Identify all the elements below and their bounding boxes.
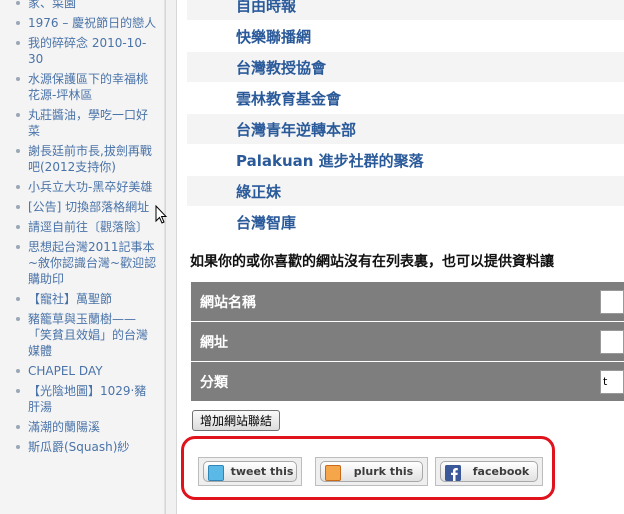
site-name-label: 網站名稱 <box>191 282 594 322</box>
post-link[interactable]: 【光陰地圖】1029‧豬肝湯 <box>28 384 146 414</box>
facebook-label: facebook <box>472 465 530 478</box>
list-item[interactable]: 斯瓜爵(Squash)紗 <box>8 439 158 455</box>
bullet-icon <box>16 21 20 25</box>
twitter-icon <box>208 465 224 481</box>
site-url-label: 網址 <box>191 321 594 362</box>
add-link-button[interactable]: 增加網站聯結 <box>192 410 281 431</box>
category-cell: t <box>594 361 624 402</box>
site-url-cell <box>594 321 624 362</box>
list-item[interactable]: 豬籠草與玉蘭樹——「笑貧且效娼」的台灣媒體 <box>8 311 158 359</box>
bullet-icon <box>16 425 20 429</box>
post-link[interactable]: 小兵立大功-黑卒好美雄 <box>28 180 152 194</box>
site-link[interactable]: 快樂聯播網 <box>187 20 624 52</box>
post-link[interactable]: 1976 – 慶祝節日的戀人 <box>28 16 156 30</box>
bullet-icon <box>16 41 20 45</box>
list-item[interactable]: 小兵立大功-黑卒好美雄 <box>8 179 158 195</box>
post-link[interactable]: 丸莊醬油，學吃一口好菜 <box>28 108 148 138</box>
post-link[interactable]: 思想起台灣2011記事本~敘你認識台灣~歡迎認購助印 <box>28 240 156 286</box>
site-url-input[interactable] <box>600 329 624 354</box>
category-select[interactable]: t <box>600 369 624 394</box>
list-item[interactable]: 請逕自前往〔觀落陰〕 <box>8 219 158 235</box>
post-link[interactable]: 【寵社】萬聖節 <box>28 292 112 306</box>
table-row: 台灣青年逆轉本部 <box>187 113 624 145</box>
post-link[interactable]: 謝長廷前市長,拔劍再戰吧(2012支持你) <box>28 144 152 174</box>
recent-posts-list: 家、菜園 1976 – 慶祝節日的戀人 我的碎碎念 2010-10-30 水源保… <box>8 0 158 459</box>
bullet-icon <box>16 297 20 301</box>
site-link[interactable]: Palakuan 進步社群的聚落 <box>187 144 624 176</box>
site-link[interactable]: 台灣智庫 <box>187 206 624 238</box>
bullet-icon <box>16 245 20 249</box>
post-link[interactable]: [公告] 切換部落格網址 <box>28 200 149 214</box>
facebook-inner: facebook <box>440 461 538 482</box>
post-link[interactable]: 滿潮的蘭陽溪 <box>28 420 100 434</box>
add-link-form: 網站名稱 網址 分類 t <box>191 282 624 402</box>
bullet-icon <box>16 77 20 81</box>
post-link[interactable]: 我的碎碎念 2010-10-30 <box>28 36 146 66</box>
table-row: 綠正妹 <box>187 175 624 207</box>
mouse-cursor-icon <box>155 205 167 224</box>
site-link[interactable]: 雲林教育基金會 <box>187 82 624 114</box>
share-highlight-box: tweet this plurk this facebook <box>181 436 555 500</box>
form-row: 分類 t <box>191 361 624 402</box>
tweet-this-inner: tweet this <box>203 461 297 482</box>
form-row: 網站名稱 <box>191 282 624 322</box>
post-link[interactable]: 豬籠草與玉蘭樹——「笑貧且效娼」的台灣媒體 <box>28 312 148 358</box>
list-item[interactable]: 滿潮的蘭陽溪 <box>8 419 158 435</box>
bullet-icon <box>16 149 20 153</box>
table-row: 台灣智庫 <box>187 206 624 238</box>
bullet-icon <box>16 317 20 321</box>
site-name-cell <box>594 282 624 322</box>
category-label: 分類 <box>191 361 594 402</box>
tweet-this-label: tweet this <box>230 465 294 478</box>
site-link[interactable]: 綠正妹 <box>187 175 624 207</box>
table-row: 快樂聯播網 <box>187 20 624 52</box>
post-link[interactable]: 水源保護區下的幸福桃花源-坪林區 <box>28 72 148 102</box>
table-row: 台灣教授協會 <box>187 51 624 83</box>
bullet-icon <box>16 389 20 393</box>
bullet-icon <box>16 113 20 117</box>
list-item[interactable]: 【光陰地圖】1029‧豬肝湯 <box>8 383 158 415</box>
list-item[interactable]: [公告] 切換部落格網址 <box>8 199 158 215</box>
post-link[interactable]: 請逕自前往〔觀落陰〕 <box>28 220 148 234</box>
main-content: 自由時報 快樂聯播網 台灣教授協會 雲林教育基金會 台灣青年逆轉本部 Palak… <box>177 0 624 514</box>
link-list-table: 自由時報 快樂聯播網 台灣教授協會 雲林教育基金會 台灣青年逆轉本部 Palak… <box>187 0 624 238</box>
bullet-icon <box>16 1 20 5</box>
list-item[interactable]: 我的碎碎念 2010-10-30 <box>8 35 158 67</box>
site-link[interactable]: 台灣教授協會 <box>187 51 624 83</box>
facebook-icon <box>445 465 461 481</box>
site-name-input[interactable] <box>600 289 624 314</box>
list-item[interactable]: 家、菜園 <box>8 0 158 11</box>
list-item[interactable]: 水源保護區下的幸福桃花源-坪林區 <box>8 71 158 103</box>
bullet-icon <box>16 445 20 449</box>
list-item[interactable]: 思想起台灣2011記事本~敘你認識台灣~歡迎認購助印 <box>8 239 158 287</box>
list-item[interactable]: 【寵社】萬聖節 <box>8 291 158 307</box>
post-link[interactable]: CHAPEL DAY <box>28 364 103 378</box>
list-item[interactable]: 1976 – 慶祝節日的戀人 <box>8 15 158 31</box>
bullet-icon <box>16 185 20 189</box>
post-link[interactable]: 斯瓜爵(Squash)紗 <box>28 440 129 454</box>
bullet-icon <box>16 225 20 229</box>
plurk-this-label: plurk this <box>353 465 414 478</box>
bullet-icon <box>16 369 20 373</box>
bullet-icon <box>16 205 20 209</box>
sidebar: 家、菜園 1976 – 慶祝節日的戀人 我的碎碎念 2010-10-30 水源保… <box>0 0 165 514</box>
list-item[interactable]: 丸莊醬油，學吃一口好菜 <box>8 107 158 139</box>
plurk-this-button[interactable]: plurk this <box>315 457 428 486</box>
site-link[interactable]: 自由時報 <box>187 0 624 21</box>
form-intro-text: 如果你的或你喜歡的網站沒有在列表裏，也可以提供資料讓 <box>190 254 554 270</box>
plurk-this-inner: plurk this <box>320 461 423 482</box>
plurk-icon <box>325 465 341 481</box>
tweet-this-button[interactable]: tweet this <box>198 457 302 486</box>
facebook-share-button[interactable]: facebook <box>435 457 543 486</box>
table-row: Palakuan 進步社群的聚落 <box>187 144 624 176</box>
form-row: 網址 <box>191 321 624 362</box>
list-item[interactable]: CHAPEL DAY <box>8 363 158 379</box>
site-link[interactable]: 台灣青年逆轉本部 <box>187 113 624 145</box>
post-link[interactable]: 家、菜園 <box>28 0 76 10</box>
table-row: 自由時報 <box>187 0 624 21</box>
list-item[interactable]: 謝長廷前市長,拔劍再戰吧(2012支持你) <box>8 143 158 175</box>
table-row: 雲林教育基金會 <box>187 82 624 114</box>
sidebar-scrollbar[interactable] <box>165 0 177 514</box>
